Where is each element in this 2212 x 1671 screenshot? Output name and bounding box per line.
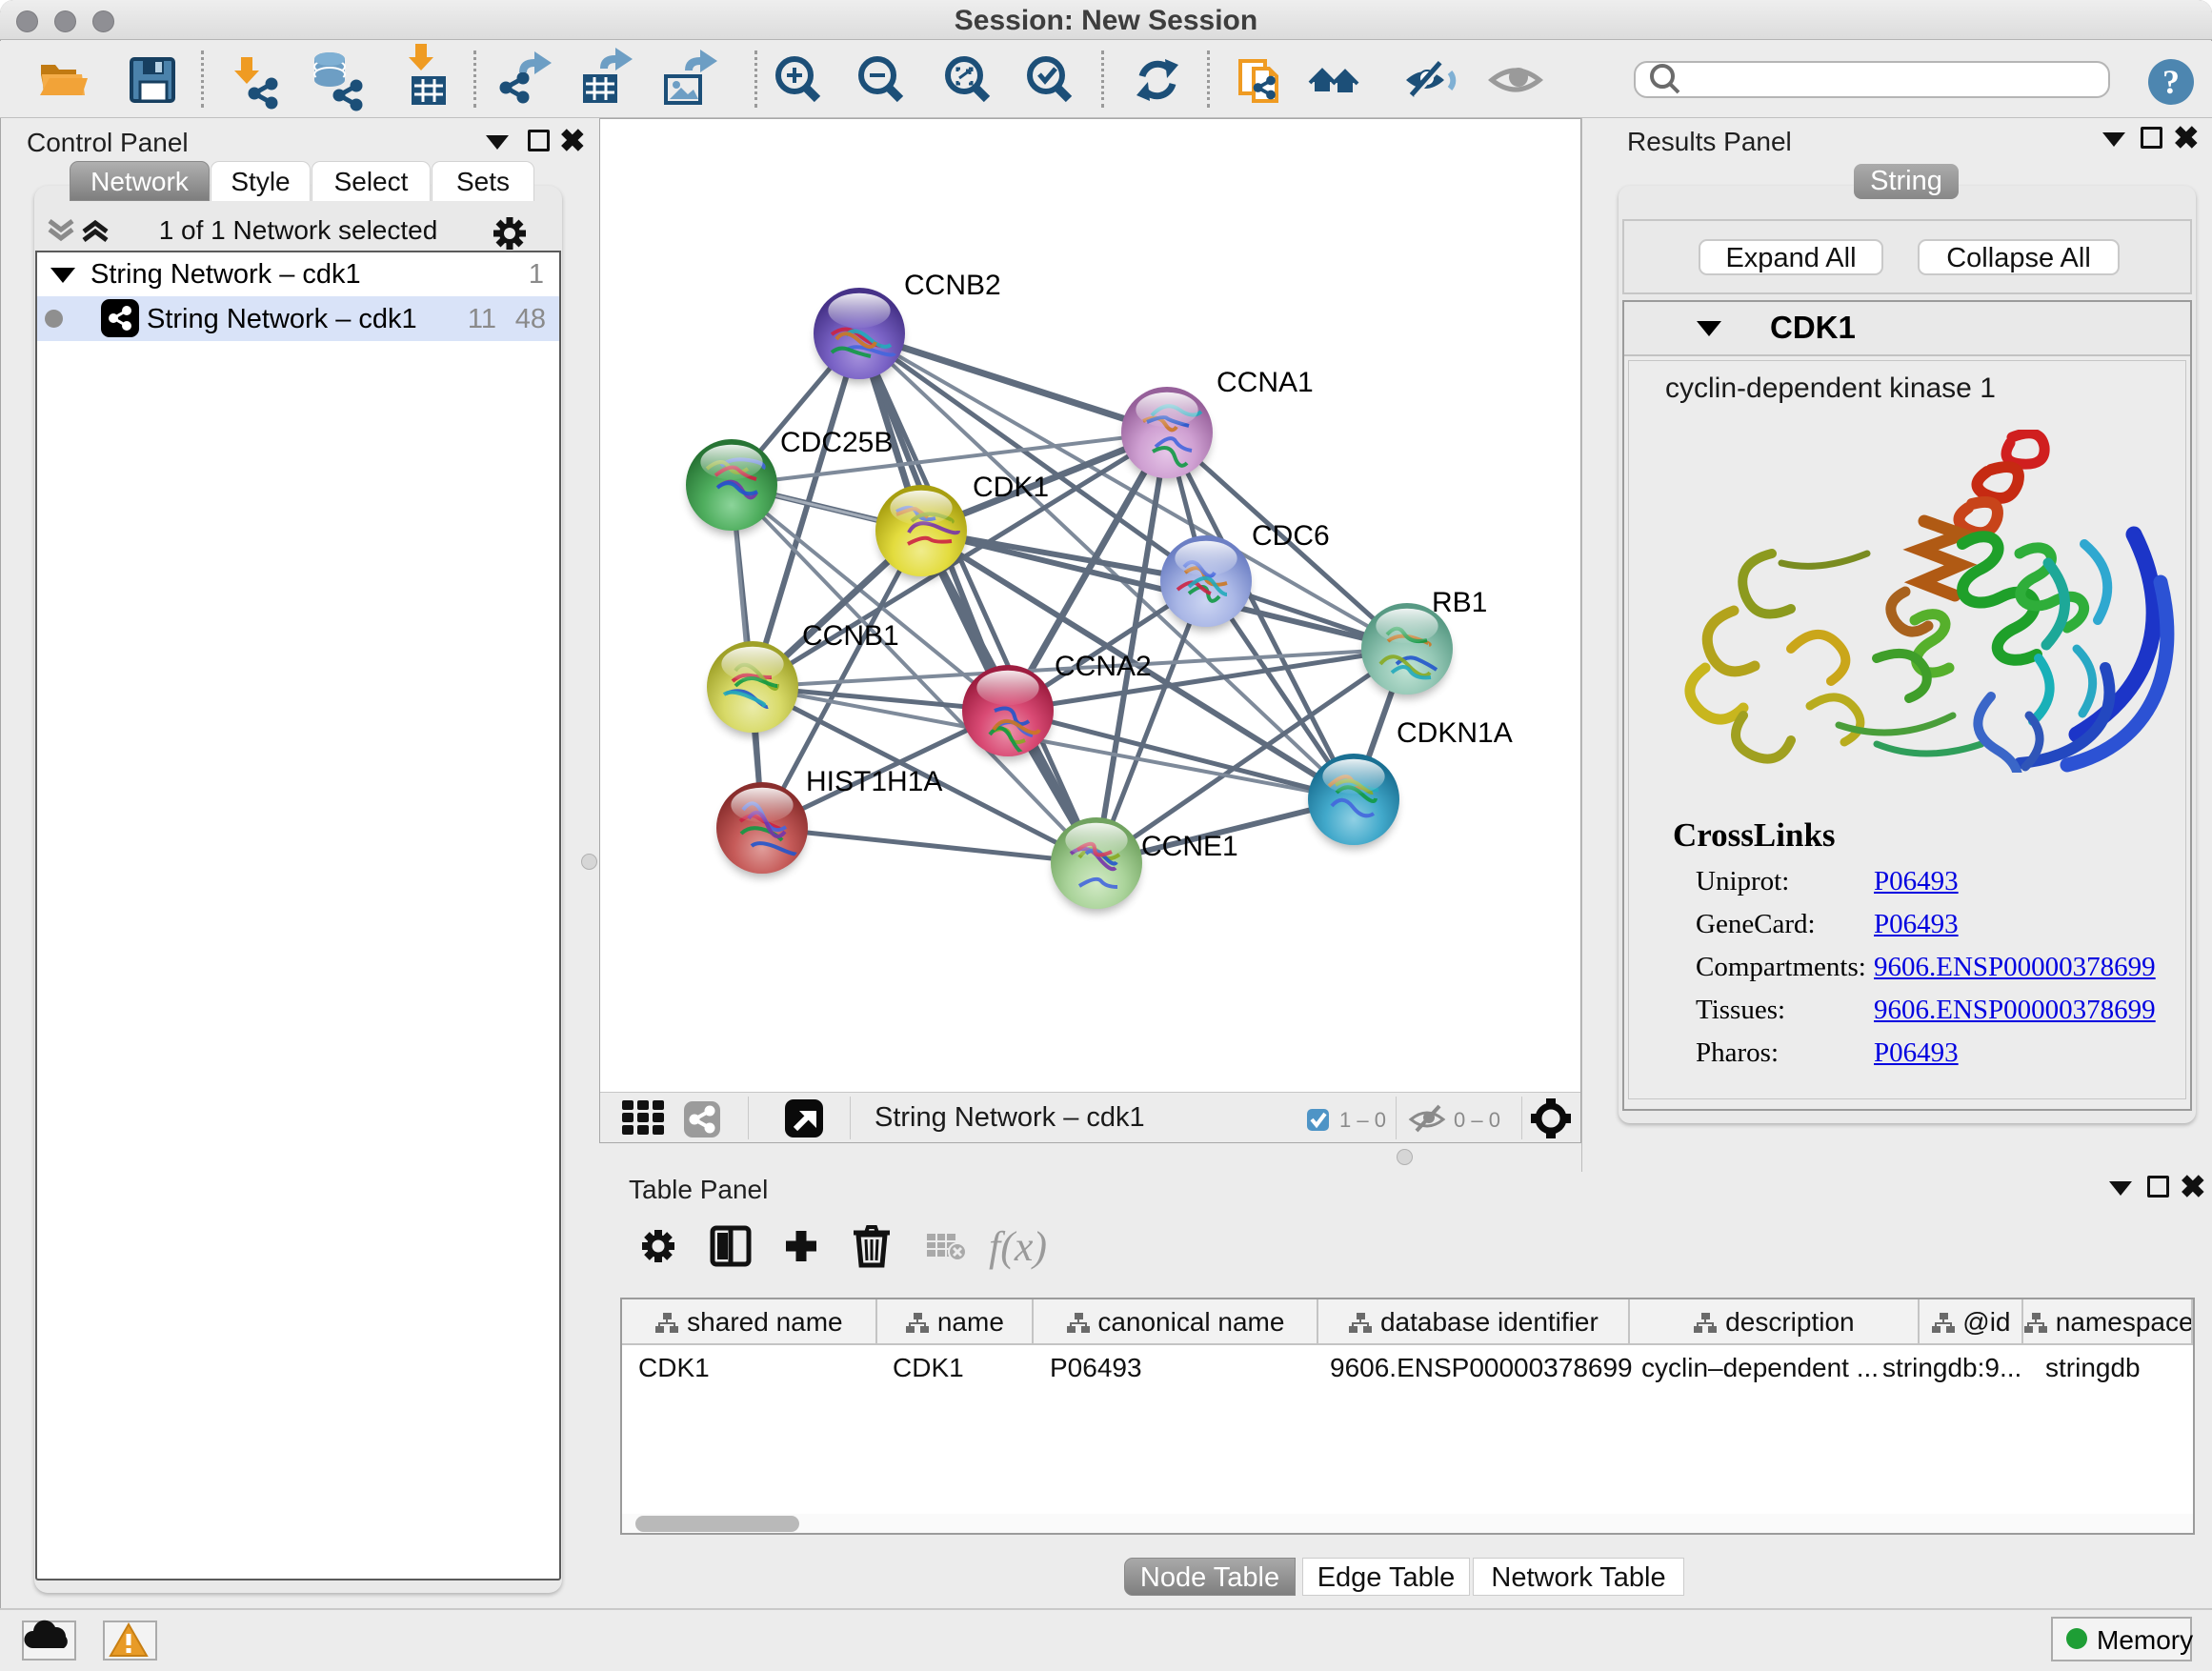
- svg-text:CDKN1A: CDKN1A: [1397, 717, 1513, 749]
- svg-text:CDK1: CDK1: [973, 472, 1049, 503]
- svg-text:CCNB1: CCNB1: [802, 620, 899, 652]
- svg-text:CDC25B: CDC25B: [780, 427, 893, 458]
- svg-text:CCNE1: CCNE1: [1141, 831, 1238, 862]
- svg-text:f(x): f(x): [989, 1223, 1047, 1270]
- svg-text:CDC6: CDC6: [1252, 520, 1330, 552]
- svg-text:HIST1H1A: HIST1H1A: [806, 766, 942, 797]
- svg-text:CCNA2: CCNA2: [1055, 651, 1152, 682]
- svg-text:CCNA1: CCNA1: [1217, 367, 1314, 398]
- svg-text:CCNB2: CCNB2: [904, 270, 1001, 301]
- svg-text:RB1: RB1: [1432, 587, 1487, 618]
- svg-text:?: ?: [2162, 63, 2180, 101]
